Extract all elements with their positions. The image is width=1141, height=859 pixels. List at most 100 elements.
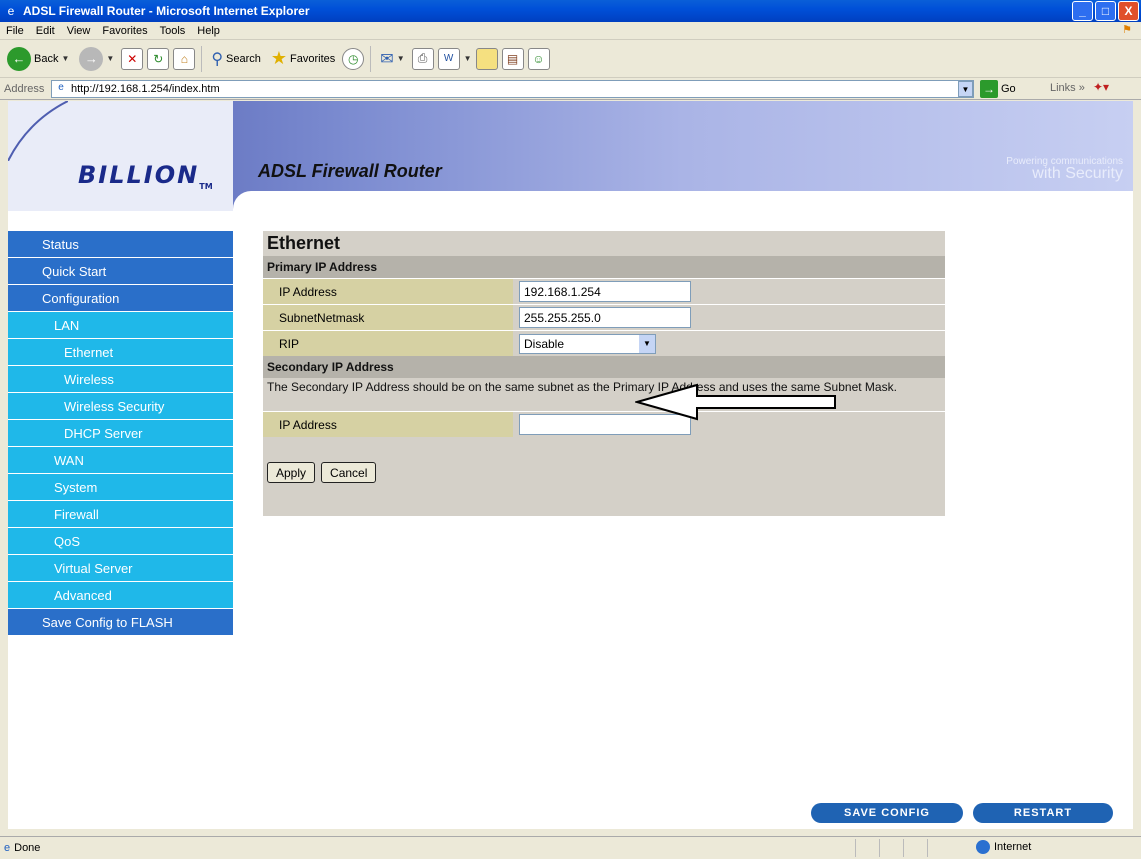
sidebar-item-dhcp-server[interactable]: DHCP Server <box>8 420 233 447</box>
mail-icon: ✉ <box>380 50 394 68</box>
tagline-line2: with Security <box>1032 165 1123 182</box>
sidebar-nav: Status Quick Start Configuration LAN Eth… <box>8 231 233 636</box>
form-buttons: Apply Cancel <box>263 437 945 483</box>
toolbar: ← Back ▼ → ▼ ✕ ↻ ⌂ ⚲ Search ★ Favorites … <box>0 40 1141 78</box>
messenger-icon[interactable]: ☺ <box>527 47 550 70</box>
edit-word-icon[interactable]: W <box>437 47 460 70</box>
cancel-button[interactable]: Cancel <box>321 462 377 483</box>
go-button[interactable]: → Go <box>980 80 1016 98</box>
back-label: Back <box>34 52 59 65</box>
sidebar-item-system[interactable]: System <box>8 474 233 501</box>
sidebar-item-save-config[interactable]: Save Config to FLASH <box>8 609 233 636</box>
rip-row: RIP Disable ▼ <box>263 330 945 356</box>
back-button[interactable]: ← Back ▼ <box>4 44 72 74</box>
forward-button[interactable]: → ▼ <box>76 44 117 74</box>
mail-button[interactable]: ✉ ▼ <box>377 44 407 74</box>
sidebar-item-wan[interactable]: WAN <box>8 447 233 474</box>
toolbar-separator <box>370 45 372 72</box>
sidebar-item-quick-start[interactable]: Quick Start <box>8 258 233 285</box>
ie-icon: e <box>7 4 15 18</box>
primary-section-header: Primary IP Address <box>263 256 945 278</box>
subnet-mask-label: SubnetNetmask <box>263 305 513 330</box>
sidebar-item-qos[interactable]: QoS <box>8 528 233 555</box>
tagline: Powering communications with Security <box>1006 156 1123 182</box>
research-icon[interactable]: ▤ <box>501 47 524 70</box>
address-dropdown-icon[interactable]: ▼ <box>958 81 973 97</box>
globe-icon <box>976 840 990 854</box>
sidebar-item-firewall[interactable]: Firewall <box>8 501 233 528</box>
status-cell <box>903 839 927 857</box>
address-url: http://192.168.1.254/index.htm <box>71 83 220 95</box>
back-arrow-icon: ← <box>7 46 31 71</box>
banner-title: ADSL Firewall Router <box>258 161 442 181</box>
links-button[interactable]: Links » <box>1050 82 1085 94</box>
subnet-mask-input[interactable]: 255.255.255.0 <box>519 307 691 328</box>
ip-address-input[interactable]: 192.168.1.254 <box>519 281 691 302</box>
sidebar-item-virtual-server[interactable]: Virtual Server <box>8 555 233 582</box>
mail-dropdown-icon[interactable]: ▼ <box>397 54 405 63</box>
menu-file[interactable]: File <box>0 25 30 37</box>
status-done: e Done <box>0 842 40 854</box>
forward-dropdown-icon[interactable]: ▼ <box>106 54 114 63</box>
rip-select[interactable]: Disable ▼ <box>519 333 656 354</box>
search-button[interactable]: ⚲ Search <box>208 44 264 74</box>
rip-label: RIP <box>263 331 513 356</box>
sidebar-item-lan[interactable]: LAN <box>8 312 233 339</box>
address-bar: Address e http://192.168.1.254/index.htm… <box>0 78 1141 100</box>
menu-tools[interactable]: Tools <box>154 25 192 37</box>
menu-view[interactable]: View <box>61 25 97 37</box>
secondary-section-header: Secondary IP Address <box>263 356 945 378</box>
ethernet-form: Ethernet Primary IP Address IP Address 1… <box>263 231 945 516</box>
sidebar-item-wireless[interactable]: Wireless <box>8 366 233 393</box>
status-text: Done <box>14 842 41 854</box>
sidebar-item-wireless-security[interactable]: Wireless Security <box>8 393 233 420</box>
star-icon: ★ <box>270 48 288 68</box>
print-icon[interactable]: ⎙ <box>411 47 434 70</box>
favorites-button[interactable]: ★ Favorites <box>268 44 338 74</box>
go-arrow-icon: → <box>980 80 998 98</box>
close-button[interactable]: X <box>1118 1 1139 21</box>
home-icon[interactable]: ⌂ <box>173 47 196 70</box>
sidebar-item-configuration[interactable]: Configuration <box>8 285 233 312</box>
maximize-button[interactable]: □ <box>1095 1 1116 21</box>
apply-button[interactable]: Apply <box>267 462 316 483</box>
save-config-button[interactable]: SAVE CONFIG <box>811 803 963 823</box>
zone-label: Internet <box>994 841 1032 853</box>
swoosh-graphic <box>8 101 68 161</box>
toolbar-extension-icon[interactable]: ✦▾ <box>1093 80 1109 94</box>
history-icon[interactable]: ◷ <box>342 47 365 70</box>
status-cell <box>855 839 879 857</box>
search-icon: ⚲ <box>211 50 224 68</box>
web-page: BILLIONTM ADSL Firewall Router Powering … <box>8 101 1133 829</box>
annotation-arrow <box>635 383 836 421</box>
edit-dropdown-icon[interactable]: ▼ <box>464 54 472 63</box>
status-cell <box>927 839 951 857</box>
status-cells <box>855 839 951 857</box>
refresh-icon[interactable]: ↻ <box>147 47 170 70</box>
back-dropdown-icon[interactable]: ▼ <box>61 54 69 63</box>
status-bar: e Done Internet <box>0 836 1141 859</box>
stop-icon[interactable]: ✕ <box>121 47 144 70</box>
discuss-icon[interactable] <box>475 47 498 70</box>
window-title: ADSL Firewall Router - Microsoft Interne… <box>23 4 310 18</box>
rip-selected-value: Disable <box>524 336 565 351</box>
address-input[interactable]: e http://192.168.1.254/index.htm <box>51 80 974 98</box>
minimize-button[interactable]: _ <box>1072 1 1093 21</box>
sidebar-item-status[interactable]: Status <box>8 231 233 258</box>
status-cell <box>879 839 903 857</box>
links-label: Links <box>1050 82 1076 94</box>
restart-button[interactable]: RESTART <box>973 803 1113 823</box>
billion-logo: BILLIONTM <box>74 161 217 191</box>
rip-cell: Disable ▼ <box>513 331 945 356</box>
toolbar-separator <box>201 45 203 72</box>
chevron-down-icon[interactable]: ▼ <box>639 334 655 353</box>
menu-help[interactable]: Help <box>191 25 226 37</box>
logo-tm: TM <box>199 181 213 191</box>
sidebar-item-ethernet[interactable]: Ethernet <box>8 339 233 366</box>
ip-address-label: IP Address <box>263 279 513 304</box>
window-controls: _ □ X <box>1072 1 1139 21</box>
logo-text: BILLION <box>78 161 200 189</box>
menu-favorites[interactable]: Favorites <box>96 25 153 37</box>
menu-edit[interactable]: Edit <box>30 25 61 37</box>
sidebar-item-advanced[interactable]: Advanced <box>8 582 233 609</box>
